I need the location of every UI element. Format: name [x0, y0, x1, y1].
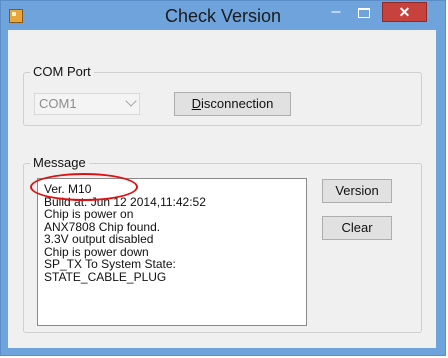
- disconnection-button[interactable]: Disconnection: [174, 92, 291, 116]
- close-button[interactable]: ✕: [382, 2, 427, 22]
- version-button-label: Version: [335, 183, 379, 198]
- clear-button-label: Clear: [341, 220, 373, 235]
- window-title: Check Version: [164, 6, 282, 26]
- com-port-value: COM1: [39, 96, 77, 111]
- log-line: STATE_CABLE_PLUG: [44, 269, 167, 284]
- disconnection-button-label: Disconnection: [191, 96, 274, 111]
- message-group-label: Message: [30, 155, 89, 170]
- maximize-button[interactable]: [351, 3, 377, 23]
- clear-button[interactable]: Clear: [322, 216, 392, 240]
- maximize-icon: [358, 8, 370, 18]
- chevron-down-icon: [125, 95, 137, 107]
- version-button[interactable]: Version: [322, 179, 392, 203]
- com-port-group-label: COM Port: [30, 64, 94, 79]
- minimize-button[interactable]: –: [323, 3, 349, 23]
- highlight-ellipse: [30, 173, 138, 201]
- title-bar[interactable]: Check Version – ✕: [1, 1, 445, 31]
- com-port-select[interactable]: COM1: [34, 93, 140, 115]
